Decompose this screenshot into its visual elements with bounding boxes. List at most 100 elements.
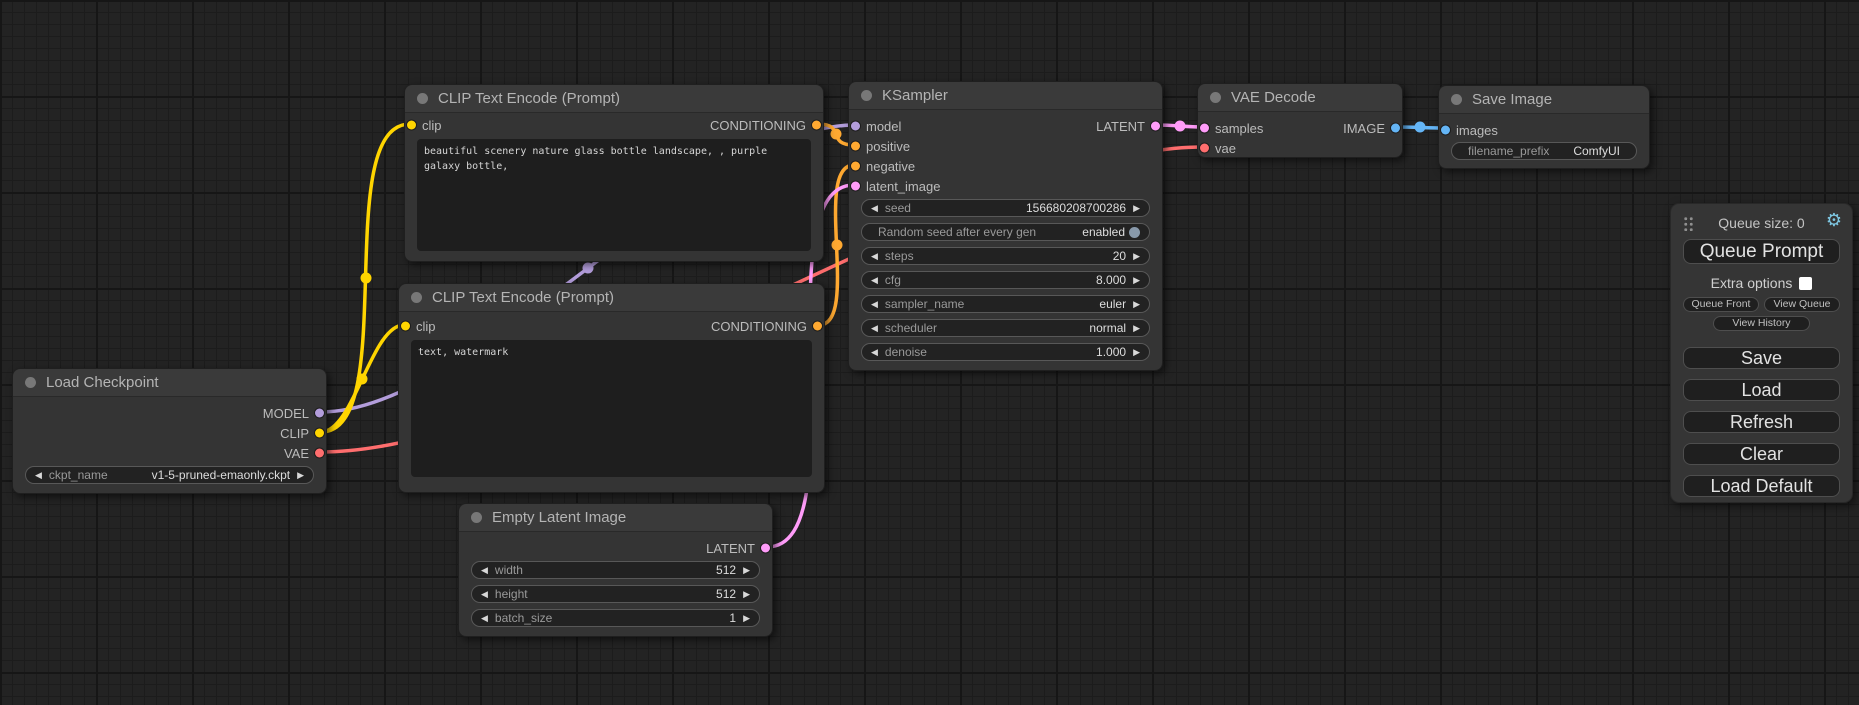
collapse-dot-icon[interactable] — [861, 90, 872, 101]
arrow-left-icon[interactable]: ◀ — [481, 590, 488, 599]
prompt-textarea[interactable]: text, watermark — [411, 340, 812, 477]
node-title-bar[interactable]: VAE Decode — [1198, 84, 1402, 112]
arrow-left-icon[interactable]: ◀ — [871, 204, 878, 213]
link-latent-samples-midpoint[interactable] — [1175, 121, 1186, 132]
widget-steps[interactable]: ◀ steps 20 ▶ — [861, 247, 1150, 265]
collapse-dot-icon[interactable] — [25, 377, 36, 388]
node-save-image[interactable]: Save Image images filename_prefix ComfyU… — [1438, 85, 1650, 169]
arrow-left-icon[interactable]: ◀ — [871, 276, 878, 285]
node-vae-decode[interactable]: VAE Decode samples IMAGE vae — [1197, 83, 1403, 158]
output-port-conditioning[interactable] — [812, 121, 821, 130]
widget-denoise[interactable]: ◀ denoise 1.000 ▶ — [861, 343, 1150, 361]
output-port-image[interactable] — [1391, 124, 1400, 133]
widget-name: ckpt_name — [49, 468, 108, 482]
widget-seed[interactable]: ◀ seed 156680208700286 ▶ — [861, 199, 1150, 217]
queue-size-label: Queue size: 0 — [1718, 215, 1804, 231]
arrow-left-icon[interactable]: ◀ — [871, 252, 878, 261]
toggle-on-indicator[interactable] — [1129, 227, 1140, 238]
gear-icon[interactable]: ⚙ — [1826, 211, 1842, 229]
queue-prompt-button[interactable]: Queue Prompt — [1683, 239, 1840, 264]
widget-batch-size[interactable]: ◀ batch_size 1 ▶ — [471, 609, 760, 627]
link-conditioning-negative-midpoint[interactable] — [832, 240, 843, 251]
input-port-vae[interactable] — [1200, 144, 1209, 153]
node-title-bar[interactable]: KSampler — [849, 82, 1162, 110]
node-clip-text-encode-positive[interactable]: CLIP Text Encode (Prompt) clip CONDITION… — [404, 84, 824, 262]
arrow-right-icon[interactable]: ▶ — [297, 471, 304, 480]
queue-front-button[interactable]: Queue Front — [1683, 297, 1759, 312]
output-port-model[interactable] — [315, 409, 324, 418]
input-port-images[interactable] — [1441, 126, 1450, 135]
node-title: Load Checkpoint — [46, 374, 159, 391]
arrow-left-icon[interactable]: ◀ — [871, 300, 878, 309]
input-port-negative[interactable] — [851, 162, 860, 171]
save-button[interactable]: Save — [1683, 347, 1840, 369]
extra-options-checkbox[interactable] — [1799, 277, 1812, 290]
input-port-latent-image[interactable] — [851, 182, 860, 191]
input-port-samples[interactable] — [1200, 124, 1209, 133]
node-title-bar[interactable]: CLIP Text Encode (Prompt) — [399, 284, 824, 312]
node-load-checkpoint[interactable]: Load Checkpoint MODEL CLIP VAE ◀ ckpt_na… — [12, 368, 327, 494]
input-port-clip[interactable] — [407, 121, 416, 130]
node-title-bar[interactable]: Empty Latent Image — [459, 504, 772, 532]
node-title-bar[interactable]: CLIP Text Encode (Prompt) — [405, 85, 823, 113]
arrow-right-icon[interactable]: ▶ — [1133, 252, 1140, 261]
collapse-dot-icon[interactable] — [1210, 92, 1221, 103]
widget-height[interactable]: ◀ height 512 ▶ — [471, 585, 760, 603]
arrow-right-icon[interactable]: ▶ — [1133, 300, 1140, 309]
output-row-model: MODEL — [13, 403, 326, 423]
arrow-left-icon[interactable]: ◀ — [871, 324, 878, 333]
arrow-right-icon[interactable]: ▶ — [743, 590, 750, 599]
widget-cfg[interactable]: ◀ cfg 8.000 ▶ — [861, 271, 1150, 289]
widget-width[interactable]: ◀ width 512 ▶ — [471, 561, 760, 579]
collapse-dot-icon[interactable] — [411, 292, 422, 303]
node-title: CLIP Text Encode (Prompt) — [432, 289, 614, 306]
node-title-bar[interactable]: Save Image — [1439, 86, 1649, 114]
collapse-dot-icon[interactable] — [1451, 94, 1462, 105]
link-conditioning-positive-midpoint[interactable] — [831, 129, 842, 140]
arrow-left-icon[interactable]: ◀ — [871, 348, 878, 357]
input-label: vae — [1215, 141, 1236, 156]
output-port-clip[interactable] — [315, 429, 324, 438]
widget-name: cfg — [885, 273, 901, 287]
queue-panel: Queue size: 0 ⚙ Queue Prompt Extra optio… — [1670, 203, 1853, 503]
node-title-bar[interactable]: Load Checkpoint — [13, 369, 326, 397]
collapse-dot-icon[interactable] — [471, 512, 482, 523]
output-port-conditioning[interactable] — [813, 322, 822, 331]
arrow-left-icon[interactable]: ◀ — [481, 566, 488, 575]
refresh-button[interactable]: Refresh — [1683, 411, 1840, 433]
arrow-right-icon[interactable]: ▶ — [1133, 324, 1140, 333]
node-ksampler[interactable]: KSampler model LATENT positive negative … — [848, 81, 1163, 371]
arrow-left-icon[interactable]: ◀ — [481, 614, 488, 623]
input-port-positive[interactable] — [851, 142, 860, 151]
link-model-midpoint[interactable] — [583, 263, 594, 274]
view-history-button[interactable]: View History — [1713, 316, 1810, 331]
link-clip-negative-midpoint[interactable] — [357, 374, 368, 385]
arrow-right-icon[interactable]: ▶ — [1133, 348, 1140, 357]
arrow-right-icon[interactable]: ▶ — [743, 566, 750, 575]
link-image-midpoint[interactable] — [1415, 122, 1426, 133]
drag-handle-icon[interactable] — [1683, 216, 1694, 231]
arrow-right-icon[interactable]: ▶ — [1133, 276, 1140, 285]
input-port-model[interactable] — [851, 122, 860, 131]
widget-scheduler[interactable]: ◀ scheduler normal ▶ — [861, 319, 1150, 337]
node-clip-text-encode-negative[interactable]: CLIP Text Encode (Prompt) clip CONDITION… — [398, 283, 825, 493]
output-port-latent[interactable] — [761, 544, 770, 553]
widget-sampler-name[interactable]: ◀ sampler_name euler ▶ — [861, 295, 1150, 313]
output-port-latent[interactable] — [1151, 122, 1160, 131]
input-port-clip[interactable] — [401, 322, 410, 331]
widget-ckpt-name[interactable]: ◀ ckpt_name v1-5-pruned-emaonly.ckpt ▶ — [25, 466, 314, 484]
node-empty-latent-image[interactable]: Empty Latent Image LATENT ◀ width 512 ▶ … — [458, 503, 773, 637]
output-port-vae[interactable] — [315, 449, 324, 458]
load-default-button[interactable]: Load Default — [1683, 475, 1840, 497]
link-clip-positive-midpoint[interactable] — [361, 273, 372, 284]
collapse-dot-icon[interactable] — [417, 93, 428, 104]
arrow-left-icon[interactable]: ◀ — [35, 471, 42, 480]
arrow-right-icon[interactable]: ▶ — [743, 614, 750, 623]
arrow-right-icon[interactable]: ▶ — [1133, 204, 1140, 213]
view-queue-button[interactable]: View Queue — [1764, 297, 1840, 312]
widget-random-seed-toggle[interactable]: Random seed after every gen enabled — [861, 223, 1150, 241]
load-button[interactable]: Load — [1683, 379, 1840, 401]
widget-filename-prefix[interactable]: filename_prefix ComfyUI — [1451, 142, 1637, 160]
clear-button[interactable]: Clear — [1683, 443, 1840, 465]
prompt-textarea[interactable]: beautiful scenery nature glass bottle la… — [417, 139, 811, 251]
